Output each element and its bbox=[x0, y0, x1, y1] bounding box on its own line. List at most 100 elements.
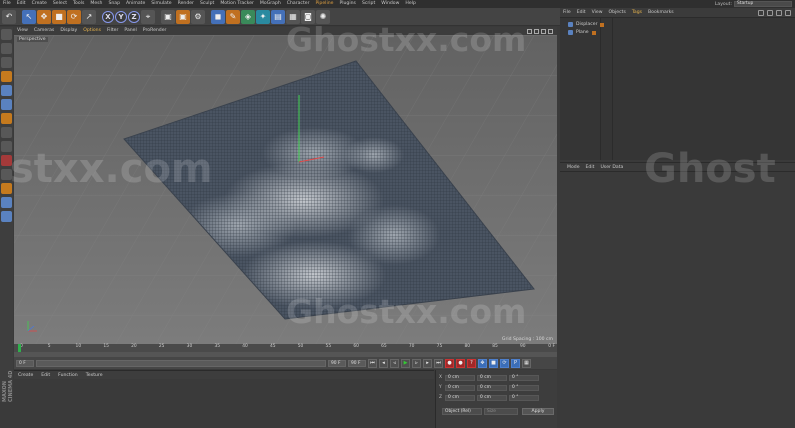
3d-viewport[interactable]: Perspective Grid Spacing : 100 cm bbox=[14, 35, 557, 344]
viewport-menu-display[interactable]: Display bbox=[57, 27, 80, 35]
object-menu-view[interactable]: View bbox=[589, 10, 606, 15]
record-keys-icon[interactable]: ● bbox=[445, 358, 454, 368]
material-manager-area[interactable] bbox=[14, 379, 434, 428]
rotation-p-field[interactable]: 0 ° bbox=[509, 384, 539, 391]
viewport-menu-prorender[interactable]: ProRender bbox=[140, 27, 170, 35]
next-frame-icon[interactable]: ▹ bbox=[412, 358, 421, 368]
timeline-playhead[interactable] bbox=[18, 344, 21, 352]
menu-script[interactable]: Script bbox=[359, 0, 378, 8]
attribute-menu-edit[interactable]: Edit bbox=[583, 165, 598, 170]
pan-icon[interactable] bbox=[527, 28, 532, 34]
visibility-dot-icon[interactable] bbox=[600, 22, 605, 27]
menu-pipeline[interactable]: Pipeline bbox=[312, 0, 336, 8]
position-x-field[interactable]: 0 cm bbox=[445, 374, 475, 381]
texture-mode-icon[interactable] bbox=[1, 57, 12, 68]
polygons-mode-icon[interactable] bbox=[1, 113, 12, 124]
prev-frame-icon[interactable]: ◃ bbox=[390, 358, 399, 368]
coordinate-system-icon[interactable]: ⌖ bbox=[141, 9, 155, 24]
render-picture-viewer-icon[interactable]: ▣ bbox=[176, 9, 190, 24]
menu-motion-tracker[interactable]: Motion Tracker bbox=[217, 0, 257, 8]
key-selection-icon[interactable]: ? bbox=[467, 358, 476, 368]
position-y-field[interactable]: 0 cm bbox=[445, 384, 475, 391]
material-menu-texture[interactable]: Texture bbox=[82, 373, 107, 378]
menu-mograph[interactable]: MoGraph bbox=[257, 0, 284, 8]
recent-tool-icon[interactable]: ↗ bbox=[82, 9, 96, 24]
menu-animate[interactable]: Animate bbox=[123, 0, 148, 8]
menu-render[interactable]: Render bbox=[175, 0, 197, 8]
object-menu-edit[interactable]: Edit bbox=[574, 10, 589, 15]
visibility-dot-icon[interactable] bbox=[591, 30, 596, 35]
rotation-h-field[interactable]: 0 ° bbox=[509, 374, 539, 381]
zoom-icon[interactable] bbox=[534, 28, 539, 34]
orbit-icon[interactable] bbox=[541, 28, 546, 34]
timeline[interactable]: 0 5 10 15 20 25 30 35 40 45 50 55 60 65 70 75 80 85 90 0 F bbox=[14, 344, 557, 357]
viewport-menu-view[interactable]: View bbox=[14, 27, 31, 35]
play-icon[interactable]: ▶ bbox=[401, 358, 410, 368]
material-menu-create[interactable]: Create bbox=[14, 373, 37, 378]
menu-edit[interactable]: Edit bbox=[14, 0, 29, 8]
menu-file[interactable]: File bbox=[0, 0, 14, 8]
preview-range-slider[interactable] bbox=[36, 359, 326, 367]
parameter-key-icon[interactable]: P bbox=[511, 358, 520, 368]
axis-mode-icon[interactable] bbox=[1, 127, 12, 138]
viewport-menu-panel[interactable]: Panel bbox=[121, 27, 139, 35]
maximize-view-icon[interactable] bbox=[548, 28, 553, 34]
snap-icon[interactable] bbox=[1, 155, 12, 166]
end-frame-field[interactable]: 90 F bbox=[328, 359, 346, 367]
position-z-field[interactable]: 0 cm bbox=[445, 394, 475, 401]
z-axis-lock-button[interactable]: Z bbox=[128, 10, 140, 23]
object-name[interactable]: Displacer bbox=[576, 22, 597, 27]
start-frame-field[interactable]: 0 F bbox=[16, 359, 34, 367]
autokey-icon[interactable]: ● bbox=[456, 358, 465, 368]
make-editable-icon[interactable] bbox=[1, 29, 12, 40]
camera-icon[interactable]: ◙ bbox=[301, 9, 315, 24]
layout-select[interactable]: Startup bbox=[734, 1, 792, 7]
size-mode-select[interactable]: Size bbox=[484, 408, 518, 415]
pen-icon[interactable]: ✎ bbox=[226, 9, 240, 24]
solo-icon[interactable] bbox=[1, 169, 12, 180]
viewport-menu-cameras[interactable]: Cameras bbox=[31, 27, 57, 35]
rotation-b-field[interactable]: 0 ° bbox=[509, 394, 539, 401]
coordinate-mode-select[interactable]: Object (Rel) bbox=[442, 408, 482, 415]
material-menu-edit[interactable]: Edit bbox=[37, 373, 54, 378]
scale-key-icon[interactable]: ■ bbox=[489, 358, 498, 368]
menu-select[interactable]: Select bbox=[50, 0, 70, 8]
go-to-start-icon[interactable]: ⏮ bbox=[368, 358, 377, 368]
object-manager-list[interactable]: Displacer Plane bbox=[560, 18, 795, 160]
align-workplane-icon[interactable] bbox=[1, 211, 12, 222]
attribute-menu-mode[interactable]: Mode bbox=[564, 165, 583, 170]
planar-workplane-icon[interactable] bbox=[1, 197, 12, 208]
prev-key-icon[interactable]: ◂ bbox=[379, 358, 388, 368]
timeline-ruler[interactable]: 0 5 10 15 20 25 30 35 40 45 50 55 60 65 70 75 80 85 90 bbox=[14, 344, 557, 352]
edges-mode-icon[interactable] bbox=[1, 99, 12, 110]
attribute-manager-area[interactable] bbox=[560, 172, 795, 428]
workplane-icon[interactable] bbox=[1, 71, 12, 82]
pla-key-icon[interactable]: ▦ bbox=[522, 358, 531, 368]
x-axis-lock-button[interactable]: X bbox=[102, 10, 114, 23]
menu-tools[interactable]: Tools bbox=[70, 0, 87, 8]
filter-icon[interactable] bbox=[776, 10, 782, 16]
object-row-plane[interactable]: Plane bbox=[568, 29, 596, 36]
object-menu-file[interactable]: File bbox=[560, 10, 574, 15]
material-menu-function[interactable]: Function bbox=[54, 373, 82, 378]
menu-create[interactable]: Create bbox=[29, 0, 50, 8]
lock-workplane-icon[interactable] bbox=[1, 183, 12, 194]
undo-icon[interactable]: ↶ bbox=[2, 9, 16, 24]
object-menu-objects[interactable]: Objects bbox=[606, 10, 629, 15]
size-x-field[interactable]: 0 cm bbox=[477, 374, 507, 381]
object-row-displacer[interactable]: Displacer bbox=[568, 21, 605, 28]
deformer-icon[interactable]: ▤ bbox=[271, 9, 285, 24]
rotation-key-icon[interactable]: ⟳ bbox=[500, 358, 509, 368]
menu-mesh[interactable]: Mesh bbox=[87, 0, 105, 8]
menu-sculpt[interactable]: Sculpt bbox=[197, 0, 217, 8]
render-settings-icon[interactable]: ⚙ bbox=[191, 9, 205, 24]
rotate-icon[interactable]: ⟳ bbox=[67, 9, 81, 24]
menu-snap[interactable]: Snap bbox=[105, 0, 123, 8]
subdivision-icon[interactable]: ◈ bbox=[241, 9, 255, 24]
object-menu-bookmarks[interactable]: Bookmarks bbox=[645, 10, 677, 15]
live-selection-icon[interactable]: ↖ bbox=[22, 9, 36, 24]
position-key-icon[interactable]: ✥ bbox=[478, 358, 487, 368]
scene-icon[interactable]: ▦ bbox=[286, 9, 300, 24]
next-key-icon[interactable]: ▸ bbox=[423, 358, 432, 368]
viewport-menu-filter[interactable]: Filter bbox=[104, 27, 121, 35]
